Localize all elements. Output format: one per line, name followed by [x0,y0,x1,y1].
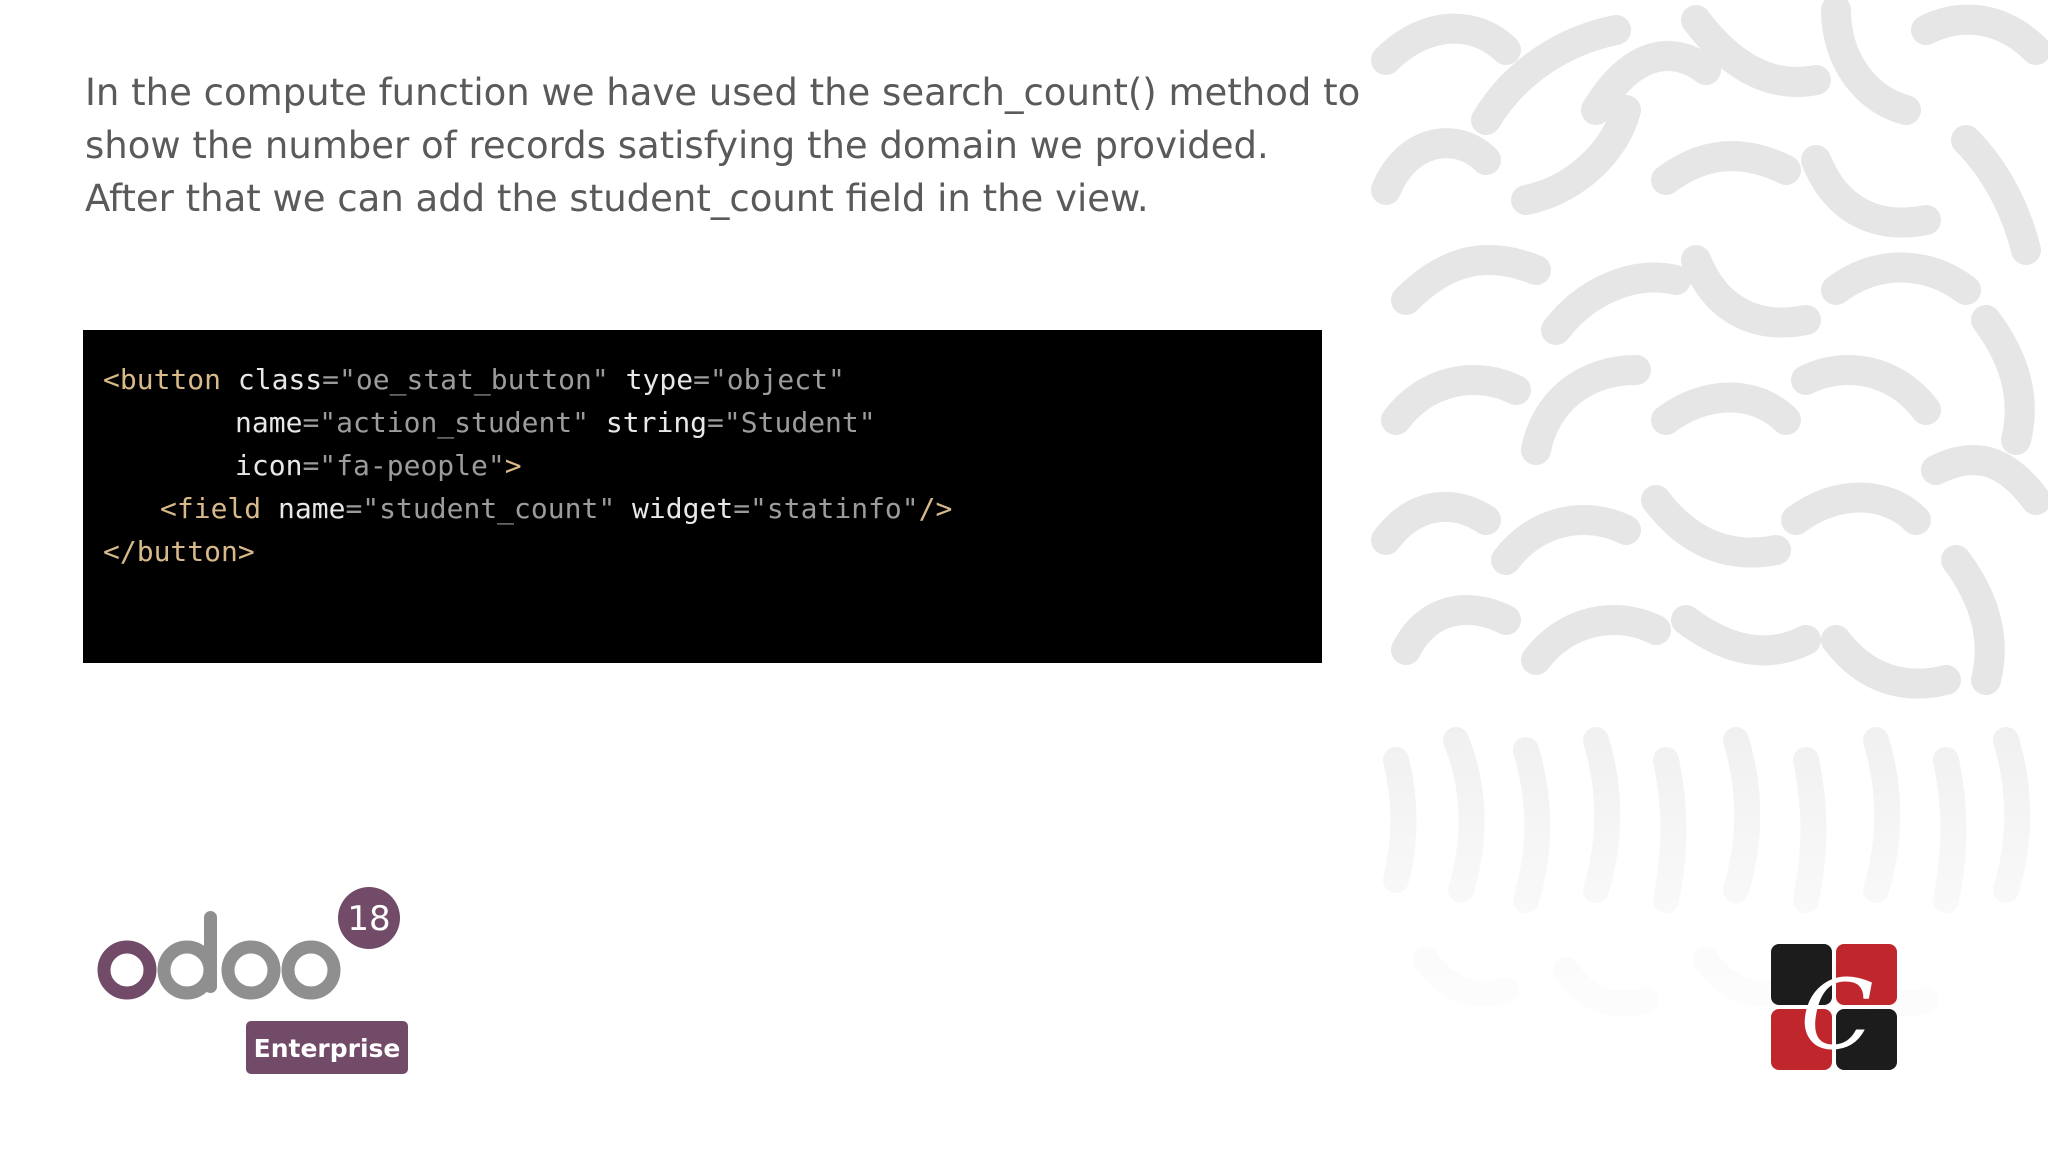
code-line-2: name="action_student" string="Student" [235,401,876,444]
code-token: statinfo [766,492,902,525]
code-token: </button> [103,535,255,568]
code-block: <button class="oe_stat_button" type="obj… [83,330,1322,663]
pattern-fade-overlay [1300,700,2048,1152]
odoo-letter-o [281,940,341,1000]
code-token: " [598,492,616,525]
code-token: =" [733,492,767,525]
code-token: type [608,363,694,396]
code-token: oe_stat_button [355,363,592,396]
odoo-letter-o [97,940,157,1000]
code-line-4: <field name="student_count" widget="stat… [160,487,952,530]
code-token: widget [615,492,734,525]
cybrosys-monogram: C [1800,959,1873,1070]
code-token: action_student [336,406,573,439]
code-token: =" [345,492,380,525]
code-line-5: </button> [103,530,255,573]
code-token: =" [302,406,337,439]
code-line-3: icon="fa-people"> [235,444,522,487]
version-badge-label: 18 [347,899,390,939]
code-token: =" [707,406,741,439]
code-token: <button [103,363,222,396]
code-token: " [487,449,505,482]
code-token: name [261,492,346,525]
odoo-letter-d [157,940,217,1000]
code-token: Student [740,406,859,439]
code-token: object [726,363,828,396]
code-token: name [235,406,303,439]
odoo-logo: 18 Enterprise [97,887,408,1074]
code-line-1: <button class="oe_stat_button" type="obj… [103,358,845,401]
code-token: icon [235,449,303,482]
paragraph-line-3: After that we can add the student_count … [85,177,1149,220]
code-token: " [827,363,845,396]
code-token: /> [918,492,953,525]
odoo-letter-d-stem [204,911,217,993]
body-paragraph: In the compute function we have used the… [85,66,1361,225]
cybrosys-logo-icon: C [1771,944,1897,1070]
code-token: > [504,449,522,482]
paragraph-line-2: show the number of records satisfying th… [85,124,1269,167]
code-token: string [589,406,708,439]
code-token: " [591,363,609,396]
edition-badge-label: Enterprise [254,1034,401,1063]
odoo-letter-o [221,940,281,1000]
slide: In the compute function we have used the… [0,0,2048,1152]
code-token: fa-people [336,449,488,482]
code-token: " [572,406,590,439]
code-token: =" [322,363,356,396]
code-token: <field [160,492,262,525]
code-token: =" [693,363,727,396]
code-token: =" [302,449,337,482]
paragraph-line-1: In the compute function we have used the… [85,71,1361,114]
code-token: student_count [379,492,599,525]
code-token: class [221,363,323,396]
code-token: " [858,406,876,439]
code-token: " [901,492,919,525]
